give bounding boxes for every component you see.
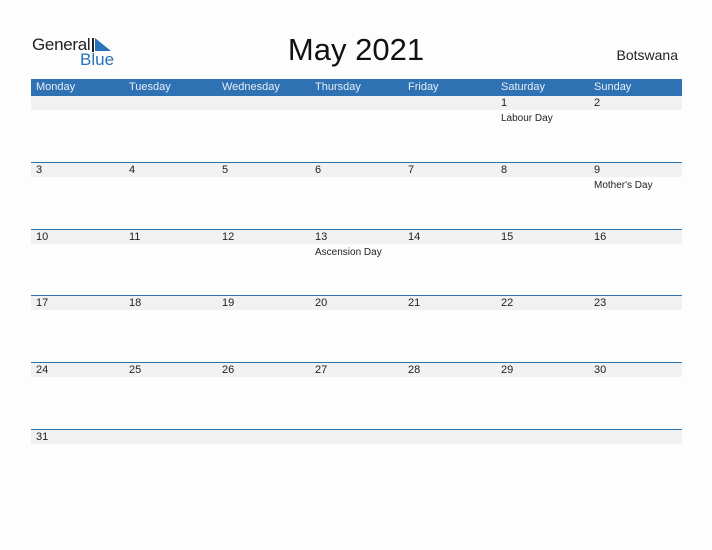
day-cell: 31 bbox=[31, 430, 124, 494]
day-cell: 14 bbox=[403, 230, 496, 294]
week-row: 31 bbox=[31, 429, 682, 495]
day-cell bbox=[217, 96, 310, 160]
day-cell: 13 Ascension Day bbox=[310, 230, 403, 294]
day-number: 11 bbox=[129, 231, 141, 243]
weekday-friday: Friday bbox=[408, 81, 439, 93]
calendar-title: May 2021 bbox=[287, 32, 425, 67]
day-number: 25 bbox=[129, 364, 142, 376]
day-cell bbox=[496, 430, 589, 494]
day-number: 12 bbox=[222, 231, 235, 243]
day-cell: 1 Labour Day bbox=[496, 96, 589, 160]
day-cell: 23 bbox=[589, 296, 682, 360]
holiday-label: Mother's Day bbox=[594, 180, 653, 191]
day-cell: 29 bbox=[496, 363, 589, 427]
day-cell: 19 bbox=[217, 296, 310, 360]
day-cell: 12 bbox=[217, 230, 310, 294]
day-number: 14 bbox=[408, 231, 421, 243]
day-number: 4 bbox=[129, 164, 136, 176]
day-cell: 16 bbox=[589, 230, 682, 294]
day-number: 27 bbox=[315, 364, 328, 376]
weekday-header: Monday Tuesday Wednesday Thursday Friday Satu… bbox=[31, 79, 682, 96]
weekday-thursday: Thursday bbox=[315, 81, 361, 93]
day-number: 1 bbox=[501, 97, 508, 109]
day-number: 28 bbox=[408, 364, 421, 376]
holiday-label: Labour Day bbox=[501, 113, 553, 124]
day-number: 19 bbox=[222, 297, 235, 309]
day-cell bbox=[31, 96, 124, 160]
weekday-sunday: Sunday bbox=[594, 81, 632, 93]
day-number: 8 bbox=[501, 164, 508, 176]
day-number: 16 bbox=[594, 231, 607, 243]
week-row: 24 25 26 27 28 29 30 bbox=[31, 362, 682, 428]
day-number: 2 bbox=[594, 97, 601, 109]
day-cell: 5 bbox=[217, 163, 310, 227]
day-number: 29 bbox=[501, 364, 514, 376]
day-cell: 20 bbox=[310, 296, 403, 360]
day-number: 10 bbox=[36, 231, 49, 243]
week-row: 1 Labour Day 2 bbox=[31, 95, 682, 161]
day-cell: 3 bbox=[31, 163, 124, 227]
day-cell bbox=[310, 430, 403, 494]
day-cell bbox=[310, 96, 403, 160]
day-number: 26 bbox=[222, 364, 235, 376]
day-number: 23 bbox=[594, 297, 607, 309]
day-cell bbox=[403, 96, 496, 160]
day-cell bbox=[124, 96, 217, 160]
day-cell bbox=[589, 430, 682, 494]
day-cell: 21 bbox=[403, 296, 496, 360]
day-cell: 11 bbox=[124, 230, 217, 294]
day-number: 31 bbox=[36, 431, 49, 443]
weekday-monday: Monday bbox=[36, 81, 76, 93]
day-cell: 24 bbox=[31, 363, 124, 427]
day-cell: 30 bbox=[589, 363, 682, 427]
day-number: 17 bbox=[36, 297, 49, 309]
day-cell bbox=[124, 430, 217, 494]
day-cell: 25 bbox=[124, 363, 217, 427]
day-cell bbox=[403, 430, 496, 494]
weekday-wednesday: Wednesday bbox=[222, 81, 280, 93]
day-cell: 6 bbox=[310, 163, 403, 227]
day-cell: 2 bbox=[589, 96, 682, 160]
day-cell: 4 bbox=[124, 163, 217, 227]
day-number: 20 bbox=[315, 297, 328, 309]
day-number: 5 bbox=[222, 164, 229, 176]
day-cell: 26 bbox=[217, 363, 310, 427]
week-row: 10 11 12 13 Ascension Day 14 15 16 bbox=[31, 229, 682, 295]
day-number: 21 bbox=[408, 297, 421, 309]
day-number: 15 bbox=[501, 231, 514, 243]
day-number: 30 bbox=[594, 364, 607, 376]
day-cell: 18 bbox=[124, 296, 217, 360]
day-cell: 7 bbox=[403, 163, 496, 227]
day-cell: 9 Mother's Day bbox=[589, 163, 682, 227]
week-row: 3 4 5 6 7 8 9 Mother's Day bbox=[31, 162, 682, 228]
weekday-tuesday: Tuesday bbox=[129, 81, 171, 93]
day-cell: 8 bbox=[496, 163, 589, 227]
day-number: 24 bbox=[36, 364, 49, 376]
weekday-saturday: Saturday bbox=[501, 81, 546, 93]
day-cell: 28 bbox=[403, 363, 496, 427]
week-row: 17 18 19 20 21 22 23 bbox=[31, 295, 682, 361]
day-cell: 17 bbox=[31, 296, 124, 360]
day-cell: 27 bbox=[310, 363, 403, 427]
day-number: 3 bbox=[36, 164, 43, 176]
day-cell: 22 bbox=[496, 296, 589, 360]
day-number: 7 bbox=[408, 164, 415, 176]
day-cell: 10 bbox=[31, 230, 124, 294]
day-number: 22 bbox=[501, 297, 514, 309]
day-number: 9 bbox=[594, 164, 601, 176]
day-number: 18 bbox=[129, 297, 142, 309]
country-label: Botswana bbox=[616, 47, 678, 63]
day-number: 6 bbox=[315, 164, 322, 176]
day-cell: 15 bbox=[496, 230, 589, 294]
day-number: 13 bbox=[315, 231, 328, 243]
day-cell bbox=[217, 430, 310, 494]
holiday-label: Ascension Day bbox=[315, 247, 382, 258]
